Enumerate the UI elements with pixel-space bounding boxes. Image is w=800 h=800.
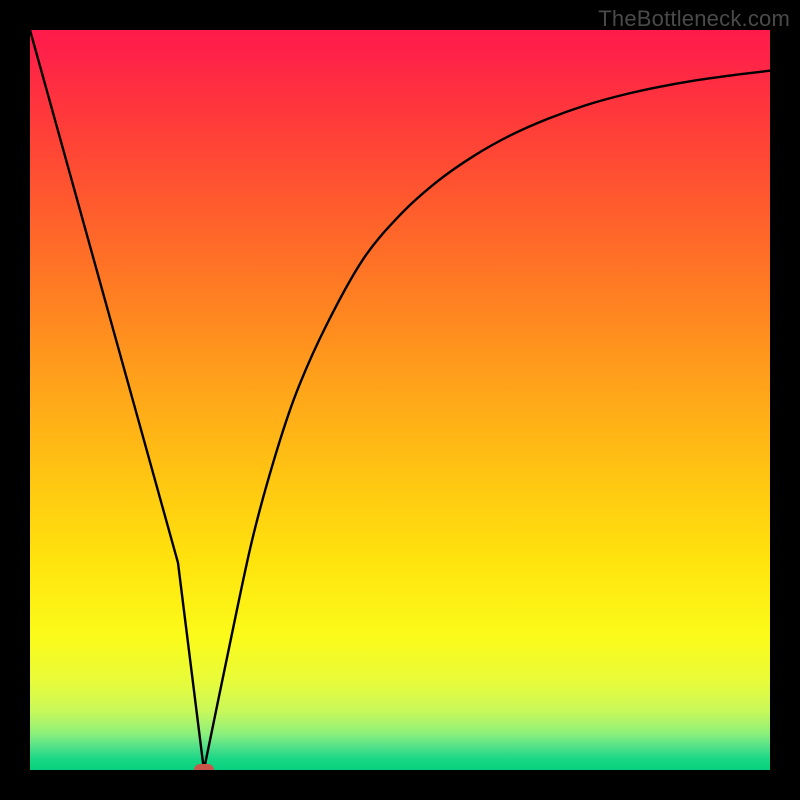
chart-frame: TheBottleneck.com xyxy=(0,0,800,800)
minimum-marker xyxy=(194,764,214,770)
plot-area xyxy=(30,30,770,770)
bottleneck-curve xyxy=(30,30,770,770)
watermark-text: TheBottleneck.com xyxy=(598,6,790,32)
